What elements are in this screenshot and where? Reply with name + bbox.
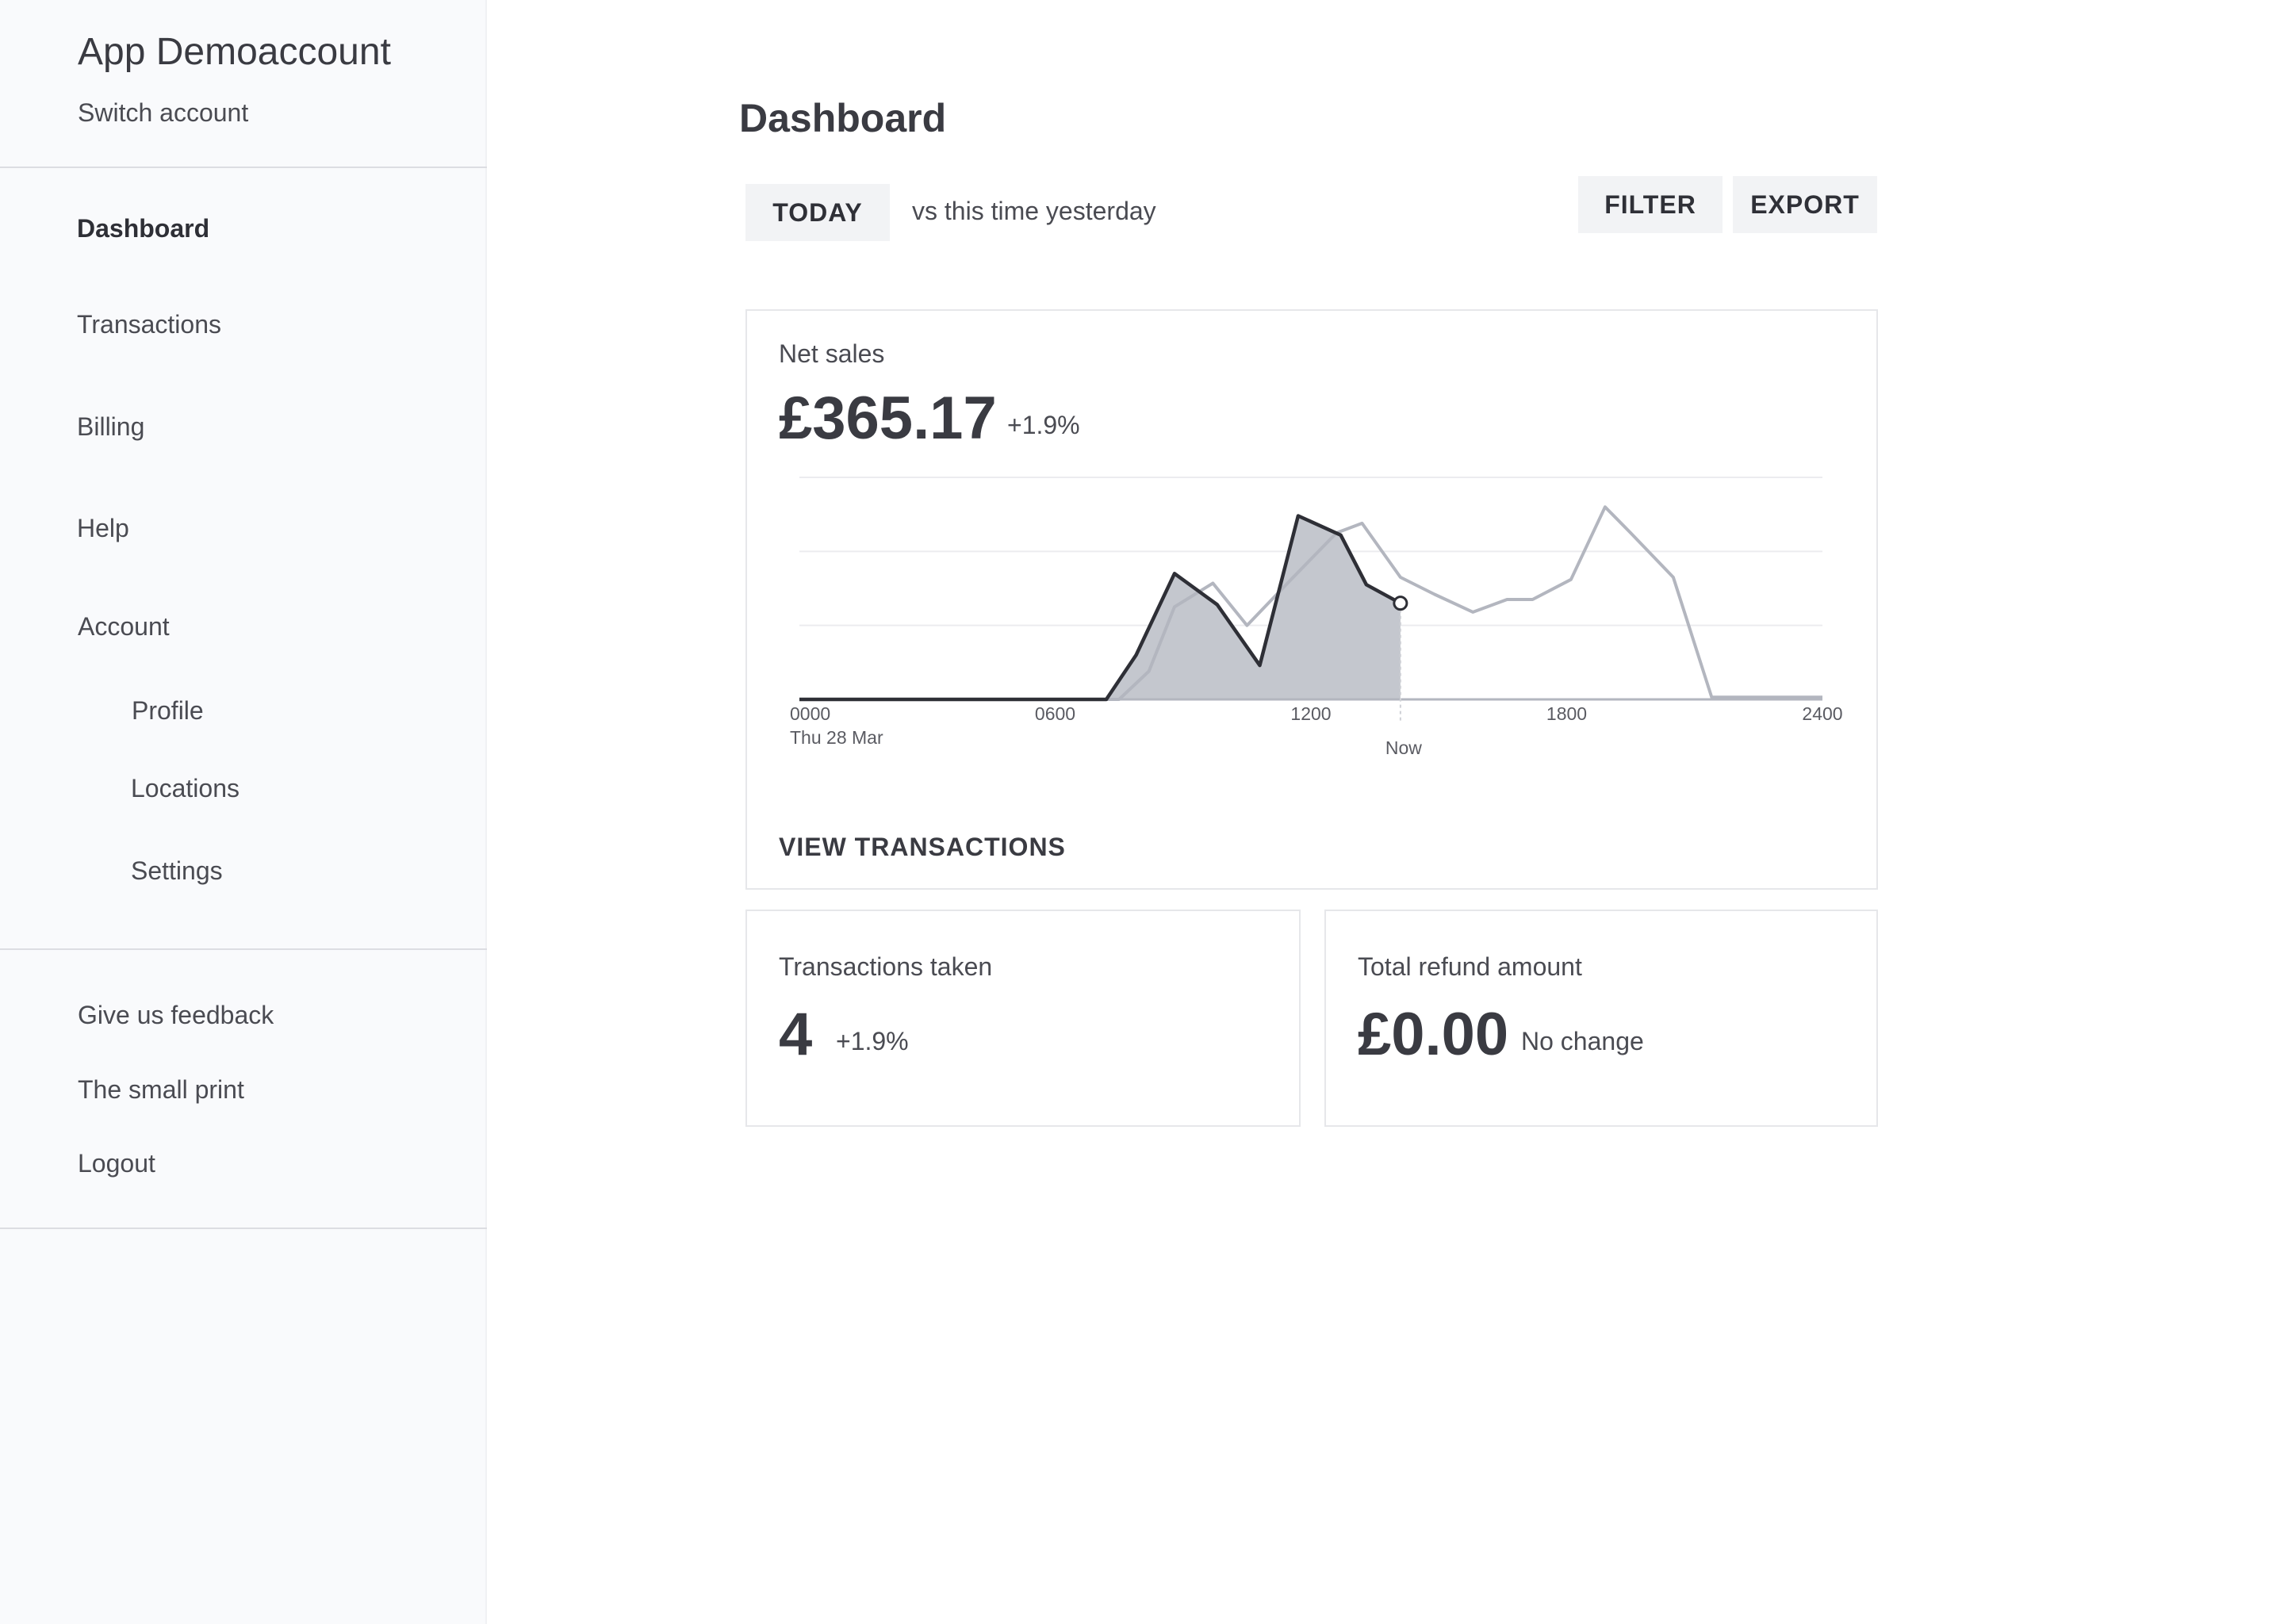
refund-card: Total refund amount £0.00 No change (1324, 910, 1878, 1127)
page-title: Dashboard (739, 96, 947, 140)
refund-change: No change (1521, 1027, 1644, 1055)
x-tick-label: 2400 (1802, 703, 1842, 724)
today-period-button[interactable]: TODAY (745, 184, 890, 241)
sidebar-divider (0, 948, 487, 950)
sidebar-subitem-profile[interactable]: Profile (132, 696, 204, 726)
logout-link[interactable]: Logout (78, 1149, 155, 1178)
transactions-taken-value: 4 (779, 1001, 813, 1068)
sidebar-subitem-settings[interactable]: Settings (131, 856, 223, 886)
x-tick-label: 0600 (1035, 703, 1075, 724)
compare-period-text: vs this time yesterday (912, 197, 1156, 225)
account-name: App Demoaccount (78, 31, 391, 73)
x-tick-label: 0000 (790, 703, 830, 724)
sidebar-subitem-locations[interactable]: Locations (131, 774, 240, 803)
export-button[interactable]: EXPORT (1733, 176, 1877, 233)
transactions-taken-label: Transactions taken (779, 952, 993, 981)
today-area (799, 515, 1401, 699)
feedback-link[interactable]: Give us feedback (78, 1001, 274, 1030)
now-label: Now (1385, 737, 1422, 758)
filter-button[interactable]: FILTER (1578, 176, 1723, 233)
switch-account-link[interactable]: Switch account (78, 98, 248, 128)
sidebar-item-billing[interactable]: Billing (77, 412, 144, 442)
small-print-link[interactable]: The small print (78, 1075, 244, 1105)
date-label: Thu 28 Mar (790, 727, 883, 748)
sidebar-item-help[interactable]: Help (77, 514, 129, 543)
transactions-taken-card: Transactions taken 4 +1.9% (745, 910, 1301, 1127)
sidebar-item-account[interactable]: Account (78, 612, 170, 642)
now-point-marker (1393, 596, 1408, 611)
refund-label: Total refund amount (1358, 952, 1582, 981)
net-sales-chart: 0000 0600 1200 1800 2400 Thu 28 Mar Now (790, 477, 1843, 758)
sidebar-divider (0, 167, 487, 168)
view-transactions-link[interactable]: VIEW TRANSACTIONS (779, 833, 1066, 862)
x-tick-label: 1800 (1546, 703, 1587, 724)
sidebar-item-dashboard[interactable]: Dashboard (77, 214, 209, 243)
sidebar: App Demoaccount Switch account Dashboard… (0, 0, 487, 1624)
refund-value: £0.00 (1358, 1001, 1509, 1068)
transactions-taken-change: +1.9% (836, 1027, 909, 1055)
net-sales-card: Net sales £365.17 +1.9% 0000 0600 1200 1800… (745, 309, 1878, 890)
sidebar-item-transactions[interactable]: Transactions (77, 310, 221, 339)
sidebar-divider (0, 1228, 487, 1229)
x-tick-label: 1200 (1290, 703, 1331, 724)
